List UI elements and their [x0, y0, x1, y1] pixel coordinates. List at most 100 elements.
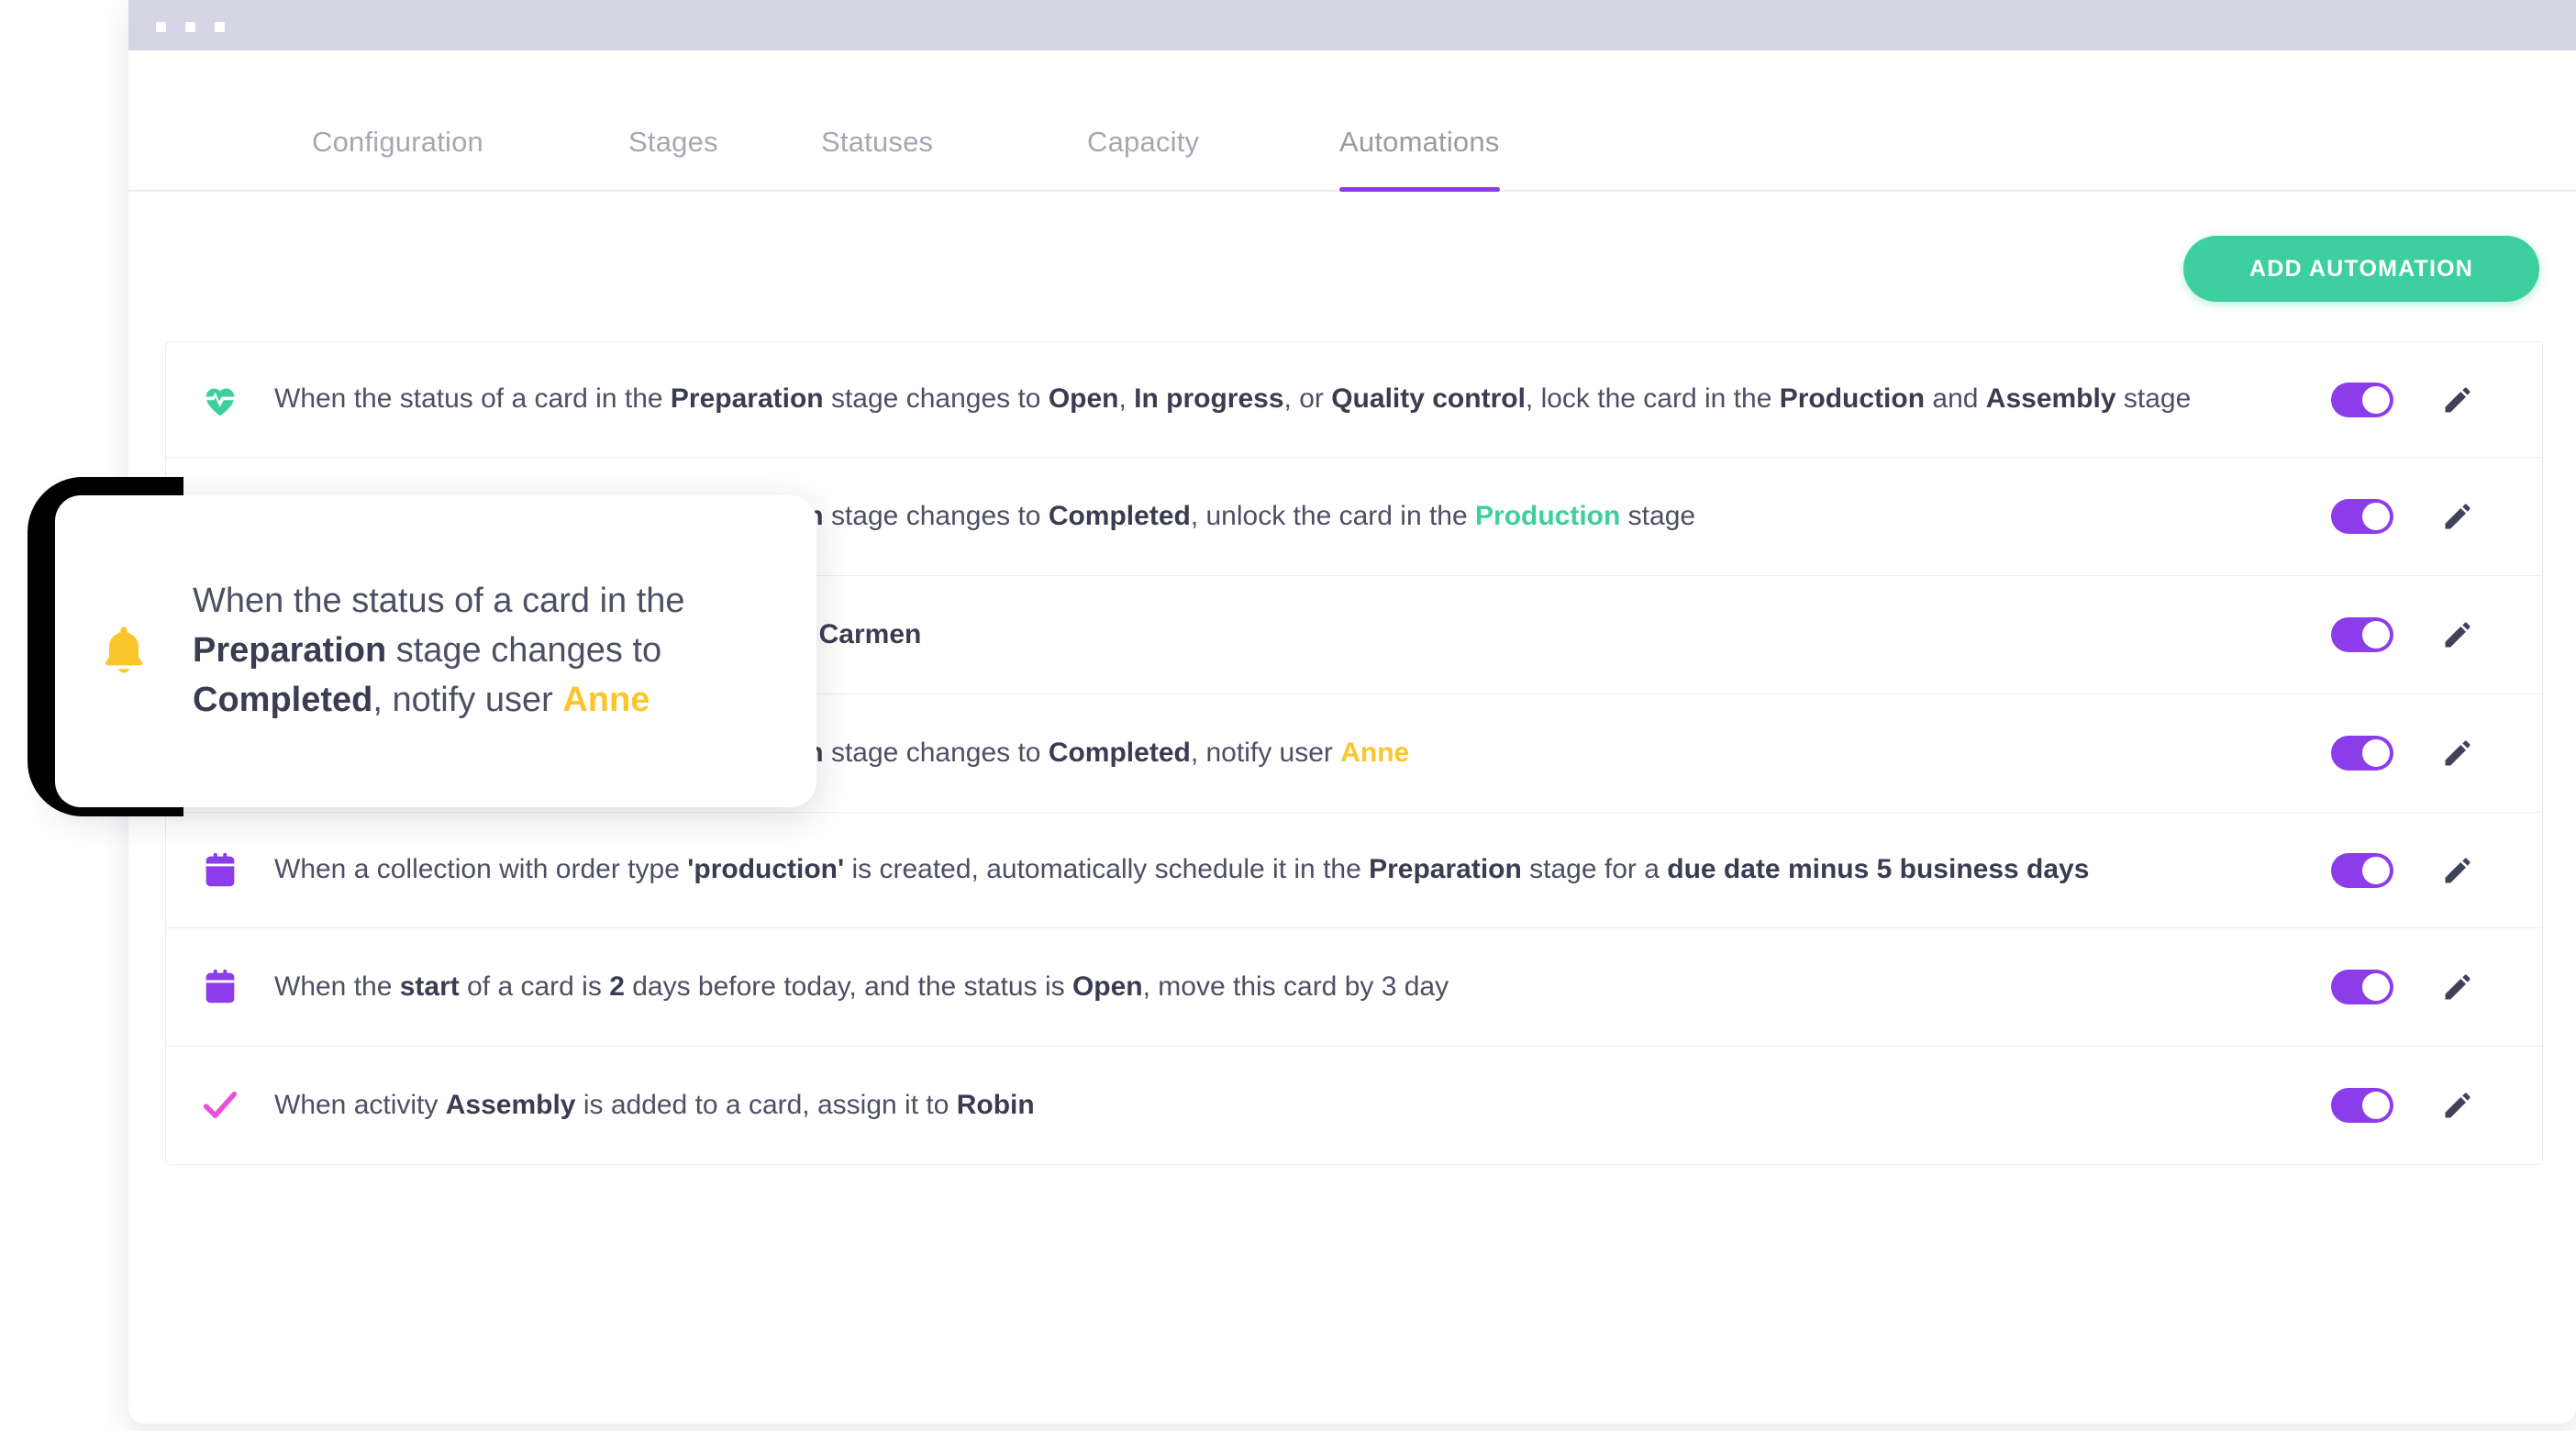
text-fragment: stage changes to [823, 383, 1049, 415]
automation-row: When activity Assembly is added to a car… [166, 1047, 2542, 1164]
automation-toggle[interactable] [2331, 970, 2393, 1004]
window-title-bar [128, 0, 2576, 50]
toggle-knob [2362, 385, 2390, 414]
toggle-knob [2362, 1092, 2390, 1119]
automation-toggle[interactable] [2331, 499, 2393, 534]
tab-capacity[interactable]: Capacity [1087, 126, 1199, 159]
tab-stages[interactable]: Stages [628, 126, 718, 159]
text-fragment: Completed [1048, 737, 1191, 768]
window-dot-1 [156, 22, 166, 32]
automation-toggle[interactable] [2331, 382, 2393, 417]
text-fragment: Production [1475, 500, 1621, 531]
text-fragment: Open [1071, 971, 1143, 1002]
text-fragment: When activity [274, 1089, 446, 1120]
text-fragment: , notify user [372, 680, 563, 719]
text-fragment: stage changes to [823, 500, 1049, 531]
text-fragment: When the status of a card in the [193, 582, 685, 621]
pencil-icon[interactable] [2441, 618, 2474, 651]
text-fragment: days before today, and the status is [624, 971, 1072, 1002]
text-fragment: of a card is [459, 971, 610, 1002]
text-fragment: Preparation [193, 631, 387, 671]
text-fragment: stage [1620, 500, 1696, 531]
toggle-knob [2362, 503, 2390, 530]
text-fragment: , move this card by 3 day [1142, 971, 1449, 1002]
text-fragment: In progress [1134, 383, 1284, 415]
text-fragment: Completed [193, 680, 373, 719]
heart-pulse-icon [166, 379, 274, 421]
row-controls [2320, 1088, 2542, 1123]
tab-bar: Configuration Stages Statuses Capacity Autom… [128, 50, 2576, 192]
add-automation-button[interactable]: ADD AUTOMATION [2183, 236, 2539, 302]
text-fragment: Production [1779, 383, 1926, 415]
text-fragment: Preparation [1369, 854, 1522, 885]
toggle-knob [2362, 856, 2390, 884]
automation-description: When the start of a card is 2 days befor… [274, 968, 2320, 1007]
text-fragment: stage changes to [823, 737, 1049, 768]
pencil-icon[interactable] [2441, 500, 2474, 533]
automation-tooltip: When the status of a card in the Prepara… [55, 495, 816, 807]
bell-icon [55, 622, 193, 681]
text-fragment: Robin [956, 1089, 1035, 1120]
row-controls [2320, 736, 2542, 771]
text-fragment: Completed [1048, 500, 1191, 531]
tab-automations[interactable]: Automations [1339, 126, 1500, 159]
toggle-knob [2362, 973, 2390, 1001]
automation-toggle[interactable] [2331, 1088, 2393, 1123]
text-fragment: When the status of a card in the [274, 383, 671, 415]
check-icon [166, 1084, 274, 1126]
text-fragment: , notify user [1190, 737, 1341, 768]
text-fragment: Anne [562, 680, 650, 719]
row-controls [2320, 617, 2542, 652]
tab-statuses[interactable]: Statuses [821, 126, 933, 159]
pencil-icon[interactable] [2441, 383, 2474, 416]
window-dot-3 [215, 22, 225, 32]
row-controls [2320, 499, 2542, 534]
text-fragment: 'production' [687, 854, 845, 885]
text-fragment: and [1925, 383, 1986, 415]
text-fragment: When a collection with order type [274, 854, 688, 885]
text-fragment: , [1118, 383, 1135, 415]
row-controls [2320, 970, 2542, 1004]
window-dot-2 [185, 22, 195, 32]
text-fragment: , lock the card in the [1525, 383, 1780, 415]
row-controls [2320, 852, 2542, 888]
text-fragment: Preparation [670, 383, 824, 415]
automation-toggle[interactable] [2331, 736, 2393, 771]
pencil-icon[interactable] [2441, 737, 2474, 770]
automation-toggle[interactable] [2331, 617, 2393, 652]
automation-row: When the start of a card is 2 days befor… [166, 928, 2542, 1047]
text-fragment: start [399, 971, 460, 1002]
tab-configuration[interactable]: Configuration [312, 126, 483, 159]
pencil-icon[interactable] [2441, 1089, 2474, 1122]
tooltip-text: When the status of a card in the Prepara… [193, 577, 816, 726]
automation-toggle[interactable] [2331, 852, 2393, 888]
text-fragment: Assembly [1985, 383, 2116, 415]
text-fragment: , or [1283, 383, 1332, 415]
toggle-knob [2362, 621, 2390, 649]
text-fragment: due date minus 5 business days [1667, 854, 2090, 885]
calendar-icon [166, 849, 274, 892]
text-fragment: stage for a [1521, 854, 1668, 885]
row-controls [2320, 382, 2542, 417]
automation-row: When a collection with order type 'produ… [166, 813, 2542, 928]
text-fragment: When the [274, 971, 400, 1002]
text-fragment: is added to a card, assign it to [575, 1089, 957, 1120]
automation-description: When the status of a card in the Prepara… [274, 380, 2320, 419]
text-fragment: is created, automatically schedule it in… [844, 854, 1370, 885]
text-fragment: Anne [1340, 737, 1410, 768]
automation-description: When activity Assembly is added to a car… [274, 1086, 2320, 1126]
pencil-icon[interactable] [2441, 854, 2474, 887]
text-fragment: Quality control [1331, 383, 1526, 415]
active-tab-underline [1339, 187, 1500, 192]
text-fragment: Carmen [818, 618, 922, 649]
text-fragment: stage changes to [386, 631, 662, 671]
pencil-icon[interactable] [2441, 971, 2474, 1004]
toggle-knob [2362, 739, 2390, 767]
text-fragment: , unlock the card in the [1190, 500, 1476, 531]
text-fragment: 2 [609, 971, 625, 1002]
calendar-icon [166, 966, 274, 1008]
automation-description: When a collection with order type 'produ… [274, 850, 2320, 890]
text-fragment: stage [2115, 383, 2192, 415]
text-fragment: Assembly [445, 1089, 576, 1120]
automation-row: When the status of a card in the Prepara… [166, 342, 2542, 458]
